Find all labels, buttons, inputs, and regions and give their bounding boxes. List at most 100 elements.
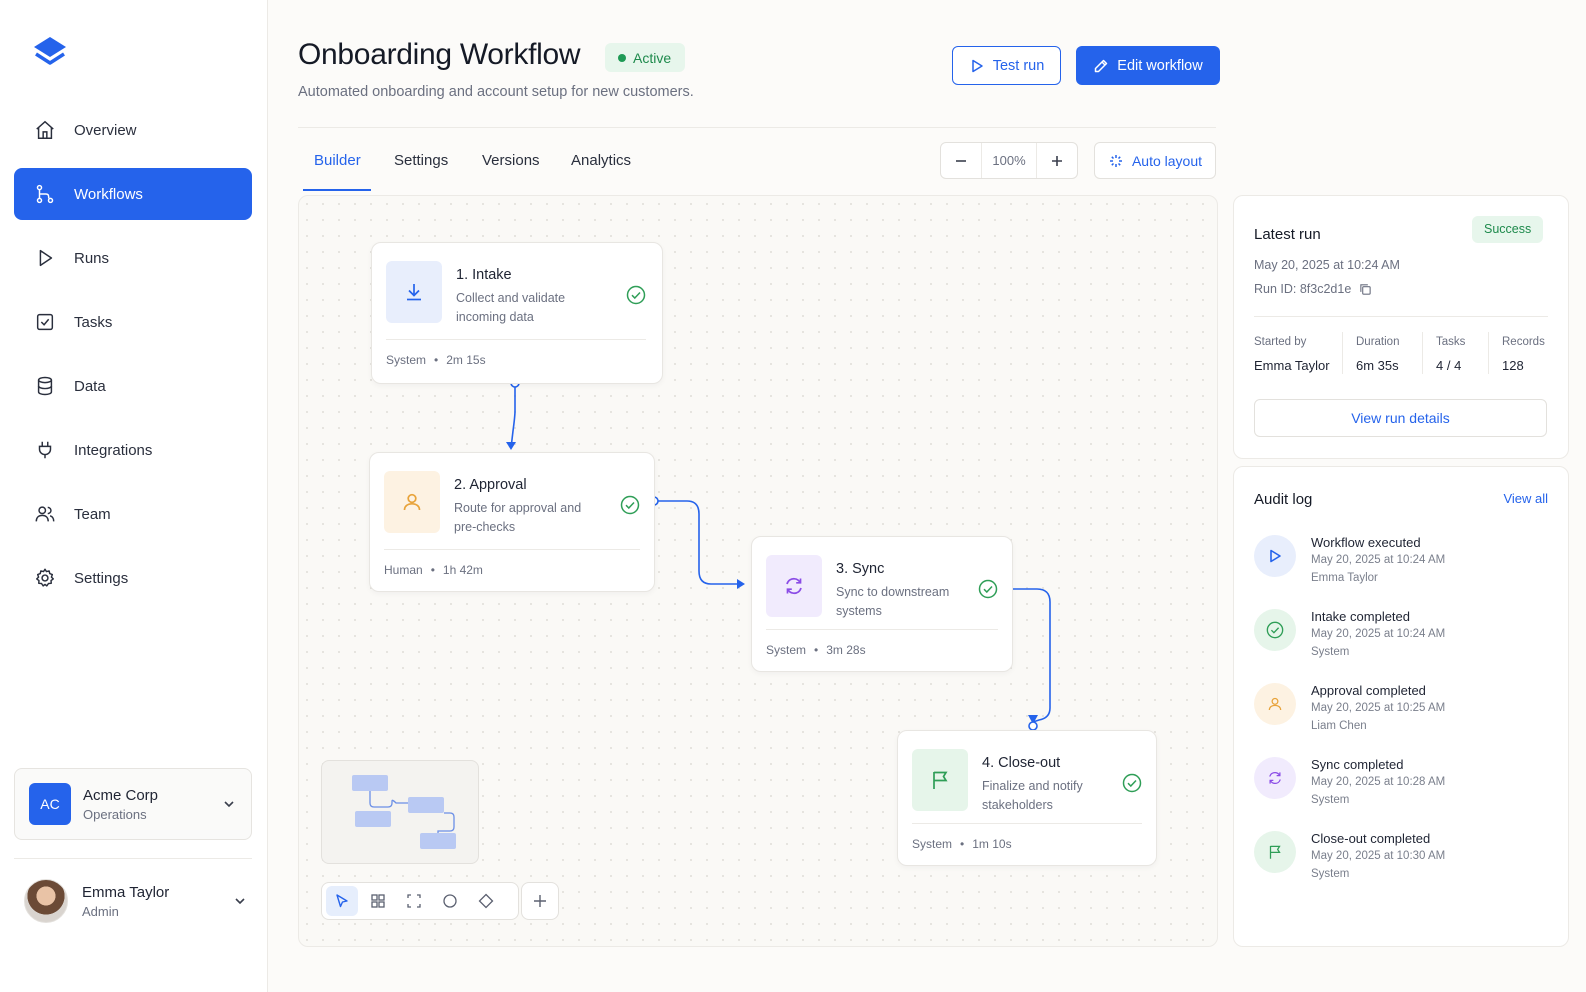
view-run-details-button[interactable]: View run details (1254, 399, 1547, 437)
test-run-button[interactable]: Test run (952, 46, 1061, 85)
zoom-control: 100% (940, 142, 1078, 179)
node-meta: Human • 1h 42m (384, 563, 483, 577)
minimap[interactable] (321, 760, 479, 864)
node-title: 4. Close-out (982, 755, 1061, 771)
audit-item[interactable]: Workflow executed May 20, 2025 at 10:24 … (1254, 535, 1554, 595)
sidebar-item-settings[interactable]: Settings (14, 552, 252, 604)
minus-icon (956, 159, 966, 162)
circle-tool[interactable] (434, 886, 466, 916)
user-icon (1254, 683, 1296, 725)
check-circle-icon (626, 285, 646, 305)
add-node-button[interactable] (521, 882, 559, 920)
plug-icon (38, 441, 52, 459)
grid-tool[interactable] (362, 886, 394, 916)
select-tool[interactable] (326, 886, 358, 916)
audit-time: May 20, 2025 at 10:25 AM (1311, 702, 1446, 714)
divider (384, 549, 640, 550)
stat-value: 128 (1502, 358, 1524, 373)
node-meta: System • 1m 10s (912, 837, 1012, 851)
sidebar-item-runs[interactable]: Runs (14, 232, 252, 284)
audit-actor: System (1311, 646, 1350, 658)
divider (1342, 332, 1343, 374)
workflow-icon (36, 184, 54, 204)
org-avatar: AC (29, 783, 71, 825)
home-icon (36, 120, 54, 139)
stat-label: Records (1502, 336, 1545, 348)
divider (1488, 332, 1489, 374)
sidebar-item-integrations[interactable]: Integrations (14, 424, 252, 476)
org-subtitle: Operations (83, 806, 147, 822)
avatar (24, 879, 68, 923)
audit-actor: Emma Taylor (1311, 572, 1378, 584)
audit-item[interactable]: Intake completed May 20, 2025 at 10:24 A… (1254, 609, 1554, 669)
tab-settings[interactable]: Settings (394, 152, 448, 169)
workflow-node-close-out[interactable]: 4. Close-out Finalize and notify stakeho… (897, 730, 1157, 866)
circle-icon (443, 894, 457, 908)
view-all-link[interactable]: View all (1503, 491, 1548, 506)
sidebar-item-tasks[interactable]: Tasks (14, 296, 252, 348)
divider (1254, 316, 1548, 317)
divider (1422, 332, 1423, 374)
minimap-preview (352, 775, 456, 849)
node-duration: 2m 15s (446, 353, 486, 367)
auto-layout-button[interactable]: Auto layout (1094, 142, 1216, 179)
stat-value: 6m 35s (1356, 358, 1399, 373)
sidebar-item-workflows[interactable]: Workflows (14, 168, 252, 220)
zoom-in-button[interactable] (1037, 143, 1077, 178)
stat-label: Duration (1356, 336, 1400, 348)
sidebar-item-label: Integrations (74, 441, 153, 459)
node-description: Finalize and notify stakeholders (982, 779, 1083, 812)
audit-item[interactable]: Approval completed May 20, 2025 at 10:25… (1254, 683, 1554, 743)
edit-workflow-button[interactable]: Edit workflow (1076, 46, 1220, 85)
gear-icon (36, 568, 54, 587)
sidebar-item-label: Runs (74, 249, 110, 267)
database-icon (37, 376, 53, 396)
check-circle-icon (620, 495, 640, 515)
audit-item[interactable]: Sync completed May 20, 2025 at 10:28 AM … (1254, 757, 1554, 817)
org-switcher[interactable]: AC Acme Corp Operations (14, 768, 252, 840)
divider (298, 127, 1216, 128)
tab-builder[interactable]: Builder (314, 152, 361, 169)
tab-versions[interactable]: Versions (482, 152, 540, 169)
audit-title: Sync completed (1311, 757, 1404, 772)
sidebar-item-data[interactable]: Data (14, 360, 252, 412)
checkbox-icon (36, 313, 54, 331)
node-actor: System (912, 837, 953, 851)
sidebar-item-overview[interactable]: Overview (14, 104, 252, 156)
cursor-icon (336, 894, 348, 908)
divider (766, 629, 998, 630)
node-title: 3. Sync (836, 561, 885, 577)
node-title: 1. Intake (456, 267, 512, 283)
node-duration: 3m 28s (826, 643, 866, 657)
grid-icon (371, 894, 385, 908)
tab-indicator (303, 189, 371, 191)
workflow-node-sync[interactable]: 3. Sync Sync to downstream systems Syste… (751, 536, 1013, 672)
sidebar-item-team[interactable]: Team (14, 488, 252, 540)
node-actor: Human (384, 563, 423, 577)
page-title: Onboarding Workflow (298, 38, 581, 71)
node-meta: System • 3m 28s (766, 643, 866, 657)
sidebar-item-label: Data (74, 377, 106, 395)
pencil-icon (1095, 59, 1108, 72)
plus-icon (1052, 155, 1062, 166)
audit-title: Close-out completed (1311, 831, 1431, 846)
workflow-node-approval[interactable]: 2. Approval Route for approval and pre-c… (369, 452, 655, 592)
node-actor: System (386, 353, 427, 367)
frame-tool[interactable] (398, 886, 430, 916)
node-duration: 1h 42m (442, 563, 483, 577)
sync-icon (766, 555, 822, 617)
audit-item[interactable]: Close-out completed May 20, 2025 at 10:3… (1254, 831, 1554, 891)
zoom-out-button[interactable] (941, 143, 981, 178)
copy-icon[interactable] (1359, 283, 1372, 296)
user-menu[interactable]: Emma Taylor Admin (24, 877, 248, 925)
stat-value: Emma Taylor (1254, 358, 1330, 373)
check-circle-icon (1254, 609, 1296, 651)
workflow-canvas[interactable]: 1. Intake Collect and validate incoming … (298, 195, 1218, 947)
stat-label: Started by (1254, 336, 1307, 348)
workflow-node-intake[interactable]: 1. Intake Collect and validate incoming … (371, 242, 663, 384)
tab-analytics[interactable]: Analytics (571, 152, 631, 169)
org-name: Acme Corp (83, 786, 159, 804)
diamond-tool[interactable] (470, 886, 502, 916)
logo-icon[interactable] (30, 34, 70, 74)
zoom-level: 100% (981, 143, 1037, 178)
